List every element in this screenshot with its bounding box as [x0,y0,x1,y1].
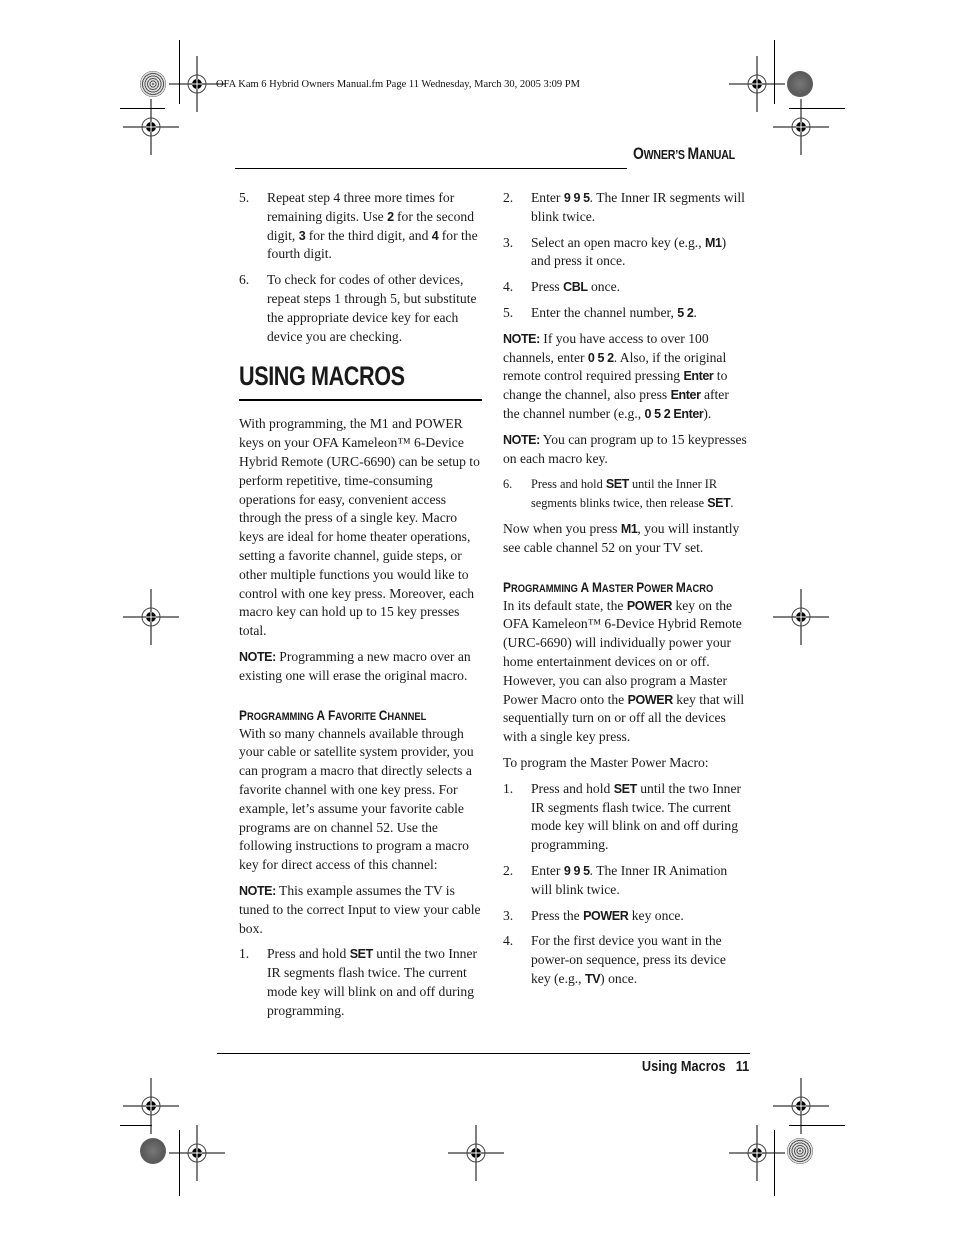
step-number: 4. [503,933,514,949]
step-number: 5. [503,304,514,320]
step-number: 5. [239,190,250,205]
step-text: Select an open macro key (e.g., M1) and … [531,234,727,269]
footer-rule [217,1053,750,1054]
subsection-heading: PROGRAMMING A MASTER POWER MACRO [503,578,714,595]
list-item: 4. Press CBL once. [503,278,748,297]
registration-dot-icon [140,71,166,97]
key-label: SET [707,496,731,511]
step-text: Press and hold SET until the two Inner I… [531,780,742,853]
registration-target-icon [448,1125,504,1181]
step-number: 2. [503,862,514,878]
header-rule [235,168,627,169]
key-label: POWER [583,908,629,923]
note: NOTE: This example assumes the TV is tun… [239,882,481,936]
footer-section-title: Using Macros [641,1058,726,1075]
step-number: 1. [503,780,514,796]
step-number: 3. [503,907,514,923]
key-label: TV [584,971,601,986]
list-item: 2. Enter 9 9 5. The Inner IR segments wi… [503,189,748,227]
key-label: 9 9 5 [563,191,590,205]
body-paragraph: In its default state, the POWER key on t… [503,597,745,745]
key-label: 9 9 5 [563,863,590,878]
registration-dot-icon [787,1138,813,1164]
registration-target-icon [123,589,179,645]
body-paragraph: Now when you press M1, you will instantl… [503,520,740,555]
note-label: NOTE: [503,432,540,447]
step-text: Press the POWER key once. [531,907,684,923]
step-number: 2. [503,190,514,205]
step-text: For the first device you want in the pow… [531,933,726,986]
step-number: 1. [239,946,250,962]
list-item: 5. Enter the channel number, 5 2. [503,304,748,323]
step-number: 4. [503,279,514,295]
step-text: Enter the channel number, 5 2. [531,304,697,320]
list-item: 3. Select an open macro key (e.g., M1) a… [503,234,748,272]
note-label: NOTE: [239,883,276,898]
key-label: POWER [626,598,673,613]
registration-target-icon [773,99,829,155]
running-head-text: WNER’S [643,147,688,162]
body-paragraph: With so many channels available through … [239,725,474,873]
step-text: Press and hold SET until the two Inner I… [267,946,478,1018]
list-item: 1. Press and hold SET until the two Inne… [239,945,482,1020]
step-text: Press and hold SET until the Inner IR se… [531,477,734,511]
registration-target-icon [773,589,829,645]
section-heading: USING MACROS [239,361,405,392]
page-number: 11 [735,1058,749,1075]
right-column: 2. Enter 9 9 5. The Inner IR segments wi… [503,189,748,996]
list-item: 5. Repeat step 4 three more times for re… [239,189,482,264]
key-label: Enter [670,388,701,403]
list-item: 2. Enter 9 9 5. The Inner IR Animation w… [503,862,748,900]
step-text: To check for codes of other devices, rep… [267,272,477,344]
step-number: 3. [503,234,514,250]
key-label: SET [605,477,630,492]
note-label: NOTE: [239,649,276,664]
note: NOTE: You can program up to 15 keypresse… [503,431,747,466]
heading-rule [239,399,482,402]
registration-target-icon [123,99,179,155]
step-text: Press CBL once. [531,279,621,295]
list-item: 6. To check for codes of other devices, … [239,271,482,346]
list-item: 3. Press the POWER key once. [503,907,748,926]
registration-dot-icon [140,1138,166,1164]
step-number: 6. [239,272,250,288]
note-label: NOTE: [503,331,540,346]
key-label: 0 5 2 Enter [644,406,704,421]
intro-paragraph: With programming, the M1 and POWER keys … [239,416,480,639]
step-text: Enter 9 9 5. The Inner IR segments will … [531,190,745,224]
key-label: Enter [683,369,714,384]
running-head-text: ANUAL [698,147,735,162]
running-head: OWNER’S MANUAL [633,144,735,164]
note: NOTE: If you have access to over 100 cha… [503,330,729,421]
key-label: M1 [620,521,638,536]
left-column: 5. Repeat step 4 three more times for re… [239,189,482,1027]
registration-target-icon [729,1125,785,1181]
page-footer: Using Macros 11 [642,1058,749,1075]
registration-target-icon [169,1125,225,1181]
running-head-text: M [687,144,699,163]
running-head-text: O [633,144,644,163]
key-label: POWER [627,692,674,707]
body-paragraph: To program the Master Power Macro: [503,754,709,770]
file-slug: OFA Kam 6 Hybrid Owners Manual.fm Page 1… [216,79,580,90]
key-label: M1 [705,235,722,250]
key-label: 5 2 [677,305,694,320]
note: NOTE: Programming a new macro over an ex… [239,648,471,683]
key-label: SET [613,781,638,796]
key-label: 0 5 2 [587,350,614,365]
list-item: 1. Press and hold SET until the two Inne… [503,780,748,855]
key-label: CBL [563,280,588,295]
step-text: Repeat step 4 three more times for remai… [267,190,478,262]
registration-dot-icon [787,71,813,97]
step-number: 6. [503,477,513,492]
step-text: Enter 9 9 5. The Inner IR Animation will… [531,862,728,897]
subsection-heading: PROGRAMMING A FAVORITE CHANNEL [239,706,427,723]
key-label: SET [349,947,374,962]
list-item: 4. For the first device you want in the … [503,932,748,988]
list-item: 6. Press and hold SET until the Inner IR… [503,475,748,513]
